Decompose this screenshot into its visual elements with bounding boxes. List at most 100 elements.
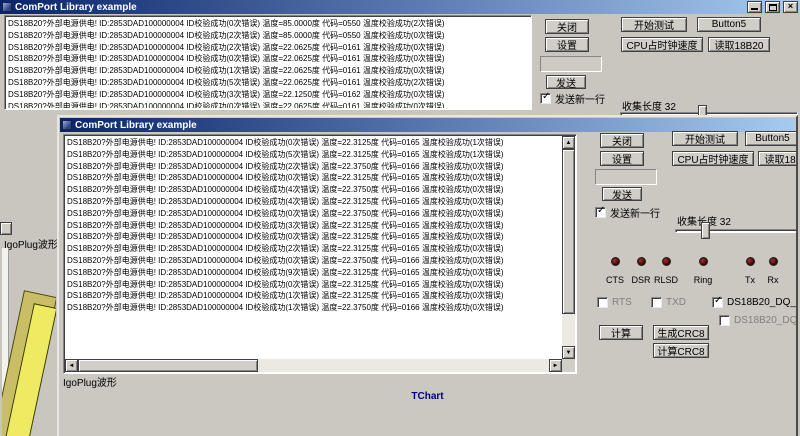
minimize-icon[interactable] [747, 1, 762, 13]
log-line: DS18B20?外部电源供电! ID:2853DAD100000004 ID校验… [8, 101, 530, 108]
front-app-icon [62, 120, 72, 130]
txd-checkbox[interactable]: TXD [651, 297, 686, 308]
log-line: DS18B20?外部电源供电! ID:2853DAD100000004 ID校验… [67, 161, 561, 173]
cts-led-label: CTS [602, 275, 628, 285]
back-newline-checkbox-label: 发送新一行 [555, 91, 605, 106]
scroll-right-icon[interactable]: ► [549, 359, 562, 372]
tchart-title: TChart [61, 391, 794, 402]
log-line: DS18B20?外部电源供电! ID:2853DAD100000004 ID校验… [67, 196, 561, 208]
led-rx: Rx [760, 257, 786, 285]
front-memo-hscrollbar[interactable]: ◄ ► [65, 359, 562, 372]
front-window: ComPort Library example DS18B20?外部电源供电! … [57, 115, 798, 436]
txd-checkbox-box[interactable] [651, 297, 662, 308]
scroll-up-icon[interactable]: ▲ [562, 136, 575, 149]
dq-cts-checkbox[interactable]: DS18B20_DQ_CTS [719, 315, 798, 326]
scroll-left-icon[interactable]: ◄ [65, 359, 78, 372]
front-window-title: ComPort Library example [75, 120, 197, 131]
dsr-led-label: DSR [628, 275, 654, 285]
ring-led-label: Ring [690, 275, 716, 285]
front-window-titlebar[interactable]: ComPort Library example [60, 118, 795, 132]
log-line: DS18B20?外部电源供电! ID:2853DAD100000004 ID校验… [8, 18, 530, 30]
front-cpu-clock-button[interactable]: CPU占时钟速度 [672, 151, 754, 166]
back-send-button[interactable]: 发送 [546, 75, 586, 89]
log-line: DS18B20?外部电源供电! ID:2853DAD100000004 ID校验… [67, 208, 561, 220]
front-newline-checkbox[interactable]: 发送新一行 [595, 205, 660, 220]
back-newline-checkbox-box[interactable] [540, 93, 551, 104]
tx-led-icon [746, 257, 755, 266]
front-button5[interactable]: Button5 [745, 131, 798, 146]
log-line: DS18B20?外部电源供电! ID:2853DAD100000004 ID校验… [67, 290, 561, 302]
front-chart-area: TChart [61, 387, 794, 436]
dtr-checkbox[interactable]: DS18B20_DQ_DTR [712, 297, 798, 308]
led-ring: Ring [690, 257, 716, 285]
log-line: DS18B20?外部电源供电! ID:2853DAD100000004 ID校验… [8, 42, 530, 54]
app-icon [2, 2, 12, 12]
front-send-button[interactable]: 发送 [602, 187, 642, 201]
scroll-down-icon[interactable]: ▼ [562, 346, 575, 359]
log-line: DS18B20?外部电源供电! ID:2853DAD100000004 ID校验… [8, 77, 530, 89]
rx-led-icon [769, 257, 778, 266]
ring-led-icon [699, 257, 708, 266]
front-settings-button[interactable]: 设置 [600, 151, 644, 166]
gen-crc8-button[interactable]: 生成CRC8 [653, 325, 709, 340]
rts-checkbox[interactable]: RTS [597, 297, 632, 308]
rx-led-label: Rx [760, 275, 786, 285]
log-line: DS18B20?外部电源供电! ID:2853DAD100000004 ID校验… [67, 267, 561, 279]
front-read-18b20-button[interactable]: 读取18B20 [758, 151, 798, 166]
front-send-input[interactable] [595, 169, 657, 185]
calc-crc8-button[interactable]: 计算CRC8 [653, 343, 709, 358]
minimize-glyph [751, 8, 758, 10]
scrollbar-corner [562, 359, 575, 372]
log-line: DS18B20?外部电源供电! ID:2853DAD100000004 ID校验… [8, 53, 530, 65]
front-collect-length-slider[interactable] [675, 221, 798, 241]
back-newline-checkbox[interactable]: 发送新一行 [540, 91, 605, 106]
rlsd-led-icon [662, 257, 671, 266]
front-log-memo[interactable]: DS18B20?外部电源供电! ID:2853DAD100000004 ID校验… [63, 134, 577, 374]
front-memo-vscrollbar[interactable]: ▲ ▼ [562, 136, 575, 359]
log-line: DS18B20?外部电源供电! ID:2853DAD100000004 ID校验… [67, 302, 561, 314]
front-slider-thumb[interactable] [701, 222, 710, 239]
txd-checkbox-label: TXD [666, 297, 686, 308]
back-read-18b20-button[interactable]: 读取18B20 [708, 37, 770, 52]
maximize-glyph [769, 4, 777, 11]
vscroll-thumb[interactable] [562, 149, 575, 314]
back-window-titlebar[interactable]: ComPort Library example × [0, 0, 800, 14]
desktop: ComPort Library example × DS18B20?外部电源供电… [0, 0, 800, 436]
front-slider-channel[interactable] [675, 229, 798, 233]
maximize-icon[interactable] [765, 1, 780, 13]
led-cts: CTS [602, 257, 628, 285]
log-line: DS18B20?外部电源供电! ID:2853DAD100000004 ID校验… [67, 184, 561, 196]
cts-led-icon [611, 257, 620, 266]
back-cpu-clock-button[interactable]: CPU占时钟速度 [621, 37, 703, 52]
back-send-input[interactable] [540, 56, 602, 72]
back-log-memo[interactable]: DS18B20?外部电源供电! ID:2853DAD100000004 ID校验… [4, 15, 532, 110]
led-rlsd: RLSD [653, 257, 679, 285]
back-button5[interactable]: Button5 [697, 17, 761, 32]
back-start-test-button[interactable]: 开始测试 [621, 17, 687, 32]
dtr-checkbox-box[interactable] [712, 297, 723, 308]
calc-button[interactable]: 计算 [599, 325, 643, 340]
log-line: DS18B20?外部电源供电! ID:2853DAD100000004 ID校验… [8, 30, 530, 42]
rts-checkbox-label: RTS [612, 297, 632, 308]
led-dsr: DSR [628, 257, 654, 285]
dsr-led-icon [637, 257, 646, 266]
front-close-button[interactable]: 关闭 [600, 133, 644, 148]
rts-checkbox-box[interactable] [597, 297, 608, 308]
close-icon[interactable]: × [783, 1, 798, 13]
front-start-test-button[interactable]: 开始测试 [672, 131, 738, 146]
dq-cts-checkbox-box[interactable] [719, 315, 730, 326]
log-line: DS18B20?外部电源供电! ID:2853DAD100000004 ID校验… [8, 89, 530, 101]
back-chart-area [2, 248, 56, 436]
log-line: DS18B20?外部电源供电! ID:2853DAD100000004 ID校验… [8, 65, 530, 77]
log-line: DS18B20?外部电源供电! ID:2853DAD100000004 ID校验… [67, 255, 561, 267]
back-corner-panel [0, 222, 12, 235]
log-line: DS18B20?外部电源供电! ID:2853DAD100000004 ID校验… [67, 220, 561, 232]
log-line: DS18B20?外部电源供电! ID:2853DAD100000004 ID校验… [67, 231, 561, 243]
back-close-button[interactable]: 关闭 [545, 19, 589, 34]
back-settings-button[interactable]: 设置 [545, 37, 589, 52]
hscroll-thumb[interactable] [78, 359, 258, 372]
front-newline-checkbox-box[interactable] [595, 207, 606, 218]
log-line: DS18B20?外部电源供电! ID:2853DAD100000004 ID校验… [67, 149, 561, 161]
log-line: DS18B20?外部电源供电! ID:2853DAD100000004 ID校验… [67, 172, 561, 184]
dtr-checkbox-label: DS18B20_DQ_DTR [727, 297, 798, 308]
